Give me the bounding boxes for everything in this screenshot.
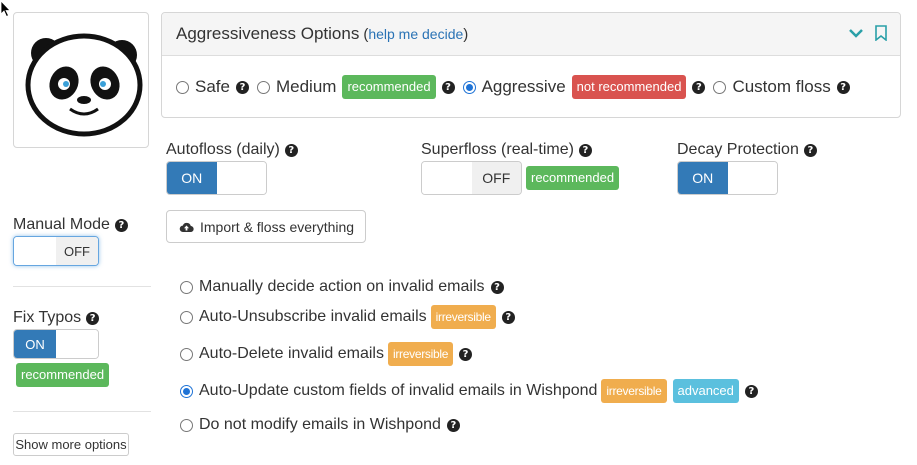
manual-mode-toggle-off: OFF — [56, 237, 98, 265]
autofloss-toggle-on: ON — [167, 162, 217, 194]
autofloss-toggle[interactable]: ON — [166, 161, 267, 195]
question-circle-icon[interactable]: ? — [114, 218, 128, 232]
mouse-cursor-icon — [0, 0, 11, 18]
option-aggressive[interactable]: Aggressive not recommended ? — [462, 75, 706, 99]
question-circle-icon[interactable]: ? — [803, 143, 817, 157]
fix-typos-toggle-handle — [56, 330, 98, 358]
sidebar-divider — [13, 286, 151, 287]
option-custom-floss-label: Custom floss — [732, 77, 831, 96]
fix-typos-recommended-badge: recommended — [16, 363, 110, 387]
option-medium-label: Medium — [275, 77, 337, 96]
manual-mode-toggle-handle — [14, 237, 56, 265]
panda-logo-frame — [13, 12, 149, 148]
fix-typos-toggle-on: ON — [14, 330, 56, 358]
irreversible-badge: irreversible — [387, 342, 454, 366]
option-custom-floss[interactable]: Custom floss ? — [713, 77, 850, 97]
manual-mode-toggle[interactable]: OFF — [13, 236, 99, 266]
radio-safe[interactable] — [176, 80, 189, 94]
question-circle-icon[interactable]: ? — [692, 80, 706, 94]
decay-protection-label: Decay Protection — [677, 141, 799, 158]
option-safe[interactable]: Safe ? — [176, 77, 249, 97]
invalid-option-auto-update[interactable]: Auto-Update custom fields of invalid ema… — [180, 379, 758, 403]
option-aggressive-label: Aggressive — [481, 77, 566, 96]
help-me-decide-link[interactable]: help me decide — [368, 26, 463, 42]
radio-aggressive[interactable] — [462, 80, 476, 94]
invalid-option-unsubscribe[interactable]: Auto-Unsubscribe invalid emails irrevers… — [180, 305, 515, 329]
superfloss-label-row: Superfloss (real-time) ? — [421, 141, 592, 159]
radio-custom-floss[interactable] — [713, 80, 727, 94]
aggressiveness-options: Safe ? Medium recommended ? Aggressive n… — [162, 56, 900, 118]
paren-close: ) — [463, 25, 469, 43]
irreversible-badge: irreversible — [601, 379, 667, 403]
question-circle-icon[interactable]: ? — [459, 347, 473, 361]
fix-typos-label-row: Fix Typos ? — [13, 309, 100, 327]
radio-auto-delete[interactable] — [180, 347, 193, 361]
question-circle-icon[interactable]: ? — [446, 418, 460, 432]
question-circle-icon[interactable]: ? — [744, 384, 758, 398]
invalid-option-unsubscribe-label: Auto-Unsubscribe invalid emails — [199, 308, 427, 325]
bookmark-icon[interactable] — [874, 25, 888, 41]
show-more-options-label: Show more options — [15, 437, 127, 452]
autofloss-label-row: Autofloss (daily) ? — [166, 141, 298, 159]
recommended-badge: recommended — [342, 75, 436, 99]
invalid-option-manual[interactable]: Manually decide action on invalid emails… — [180, 278, 504, 296]
radio-manual-decide[interactable] — [180, 280, 193, 294]
superfloss-label: Superfloss (real-time) — [421, 141, 574, 158]
radio-auto-unsubscribe[interactable] — [180, 310, 193, 324]
irreversible-badge: irreversible — [430, 305, 496, 329]
option-safe-label: Safe — [195, 77, 230, 96]
fix-typos-label: Fix Typos — [13, 309, 82, 326]
decay-protection-toggle[interactable]: ON — [677, 161, 778, 195]
question-circle-icon[interactable]: ? — [578, 143, 592, 157]
invalid-option-manual-label: Manually decide action on invalid emails — [199, 278, 485, 295]
radio-auto-update[interactable] — [180, 384, 193, 398]
advanced-badge: advanced — [672, 379, 739, 403]
superfloss-toggle-handle — [422, 162, 472, 194]
question-circle-icon[interactable]: ? — [441, 80, 455, 94]
invalid-option-delete-label: Auto-Delete invalid emails — [199, 345, 384, 362]
not-recommended-badge: not recommended — [571, 75, 687, 99]
aggressiveness-panel-header: Aggressiveness Options (help me decide) — [162, 13, 900, 56]
import-floss-button-label: Import & floss everything — [200, 218, 355, 235]
superfloss-toggle-off: OFF — [471, 162, 521, 194]
option-medium[interactable]: Medium recommended ? — [256, 75, 455, 99]
aggressiveness-panel: Aggressiveness Options (help me decide) … — [161, 12, 901, 118]
chevron-down-icon[interactable] — [848, 25, 864, 41]
decay-toggle-on: ON — [678, 162, 728, 194]
question-circle-icon[interactable]: ? — [501, 310, 515, 324]
decay-toggle-handle — [727, 162, 777, 194]
question-circle-icon[interactable]: ? — [490, 280, 504, 294]
invalid-option-do-not-modify[interactable]: Do not modify emails in Wishpond ? — [180, 416, 460, 434]
superfloss-toggle[interactable]: OFF — [421, 161, 522, 195]
superfloss-recommended-badge: recommended — [526, 166, 620, 190]
fix-typos-toggle[interactable]: ON — [13, 329, 99, 359]
sidebar-divider — [13, 411, 151, 412]
manual-mode-label-row: Manual Mode ? — [13, 216, 128, 234]
question-circle-icon[interactable]: ? — [836, 80, 850, 94]
manual-mode-label: Manual Mode — [13, 216, 110, 233]
radio-medium[interactable] — [256, 80, 270, 94]
cloud-upload-icon — [179, 222, 194, 232]
show-more-options-button[interactable]: Show more options — [13, 433, 129, 456]
aggressiveness-title: Aggressiveness Options — [176, 24, 360, 43]
invalid-option-do-not-modify-label: Do not modify emails in Wishpond — [199, 416, 441, 433]
import-floss-button[interactable]: Import & floss everything — [166, 210, 366, 243]
radio-do-not-modify[interactable] — [180, 418, 193, 432]
question-circle-icon[interactable]: ? — [86, 311, 100, 325]
invalid-option-delete[interactable]: Auto-Delete invalid emails irreversible … — [180, 342, 473, 366]
autofloss-toggle-handle — [216, 162, 266, 194]
panda-logo — [25, 33, 143, 137]
question-circle-icon[interactable]: ? — [284, 143, 298, 157]
autofloss-label: Autofloss (daily) — [166, 141, 280, 158]
question-circle-icon[interactable]: ? — [235, 80, 249, 94]
invalid-option-auto-update-label: Auto-Update custom fields of invalid ema… — [199, 382, 598, 399]
decay-label-row: Decay Protection ? — [677, 141, 817, 159]
